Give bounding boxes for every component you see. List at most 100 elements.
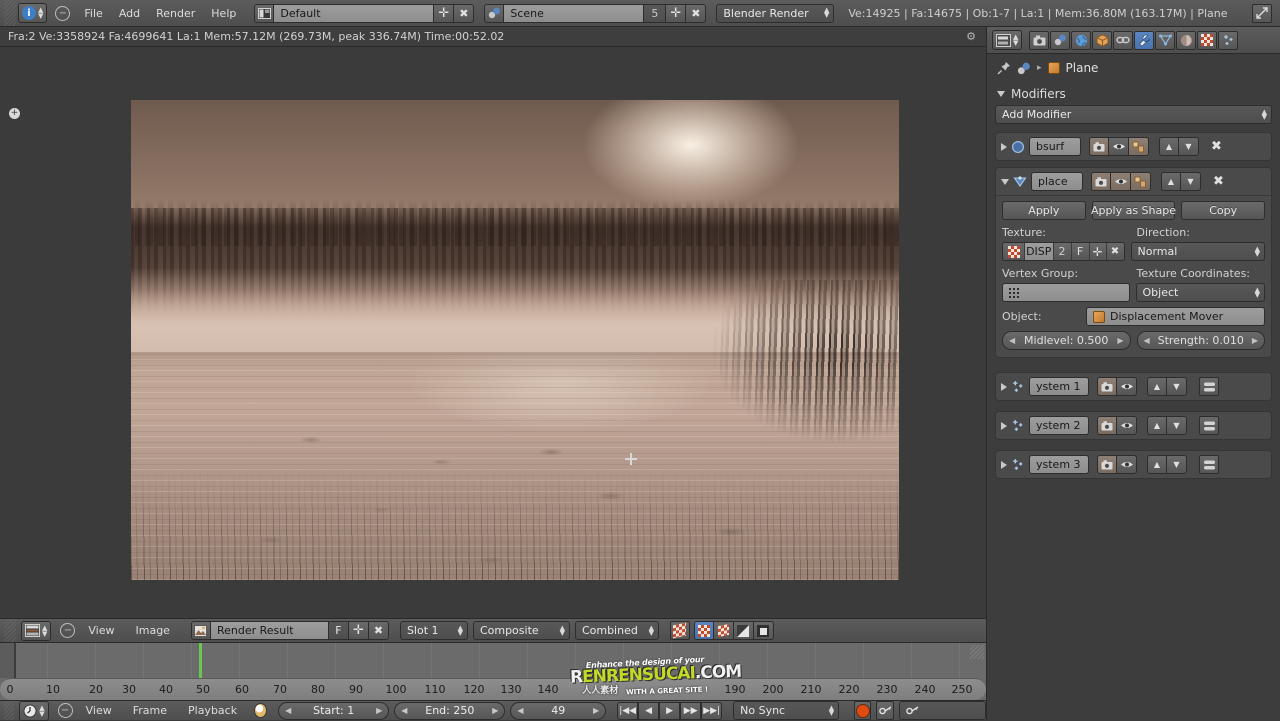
- image-datablock-icon[interactable]: [190, 621, 211, 640]
- particles-tab[interactable]: [1218, 30, 1239, 50]
- keying-set-field[interactable]: [898, 701, 987, 720]
- fast-forward-icon[interactable]: ▶▶: [680, 701, 702, 720]
- delete-modifier-button[interactable]: ✖: [1213, 174, 1224, 189]
- modifier-name-field[interactable]: ystem 3: [1029, 455, 1089, 474]
- decrement-icon[interactable]: ◀: [517, 706, 523, 715]
- triangle-right-icon[interactable]: [1001, 382, 1007, 391]
- delete-modifier-button[interactable]: ✖: [1211, 139, 1222, 154]
- alpha-only-icon[interactable]: [753, 621, 774, 640]
- render-pass-selector[interactable]: Combined ▲ ▼: [574, 621, 659, 640]
- scene-users-count[interactable]: 5: [644, 3, 667, 23]
- viewport-icon[interactable]: [1109, 137, 1129, 156]
- viewport-icon[interactable]: [1117, 377, 1137, 396]
- scene-icon[interactable]: [484, 3, 505, 23]
- viewport-icon[interactable]: [1117, 416, 1137, 435]
- move-up-button[interactable]: ▲: [1147, 377, 1167, 396]
- texture-type-icon[interactable]: [1003, 243, 1025, 260]
- edit-mode-icon[interactable]: [1131, 172, 1151, 191]
- editor-type-selector[interactable]: i ▲ ▼: [18, 3, 48, 23]
- collapse-menu-button[interactable]: −: [55, 5, 71, 21]
- sync-mode-selector[interactable]: No Sync ▲ ▼: [733, 701, 840, 720]
- play-reverse-icon[interactable]: ◀: [638, 701, 660, 720]
- render-icon[interactable]: [1097, 377, 1117, 396]
- scene-remove-button[interactable]: ✖: [686, 3, 707, 23]
- increment-icon[interactable]: ▶: [492, 706, 498, 715]
- viewport-icon[interactable]: [1117, 455, 1137, 474]
- texture-coordinates-selector[interactable]: Object ▲ ▼: [1135, 283, 1265, 302]
- modifier-name-field[interactable]: ystem 1: [1029, 377, 1089, 396]
- properties-editor-type-selector[interactable]: ▲ ▼: [992, 30, 1023, 50]
- menu-view[interactable]: View: [78, 701, 120, 720]
- data-tab[interactable]: [1155, 30, 1176, 50]
- texture-name-field[interactable]: DISP: [1025, 243, 1054, 260]
- screen-layout-add-button[interactable]: ✛: [434, 3, 455, 23]
- world-tab[interactable]: [1071, 30, 1092, 50]
- timeline-frame-scale[interactable]: 0 10 20 30 40 50 60 70 80 90 100 110 120 130 140 190 200…: [0, 678, 986, 700]
- object-tab[interactable]: [1092, 30, 1113, 50]
- texture-remove-button[interactable]: ✖: [1106, 243, 1124, 260]
- paint-icon[interactable]: [669, 621, 690, 640]
- move-up-button[interactable]: ▲: [1147, 416, 1167, 435]
- material-tab[interactable]: [1176, 30, 1197, 50]
- add-modifier-button[interactable]: Add Modifier ▲ ▼: [995, 105, 1272, 124]
- current-frame-field[interactable]: ◀ 49 ▶: [510, 701, 607, 720]
- header-grip[interactable]: [4, 0, 16, 26]
- increment-icon[interactable]: ▶: [376, 706, 382, 715]
- render-tab[interactable]: [1029, 30, 1050, 50]
- scene-name-field[interactable]: Scene: [504, 3, 645, 23]
- triangle-right-icon[interactable]: [1001, 421, 1007, 430]
- add-region-icon[interactable]: +: [9, 108, 20, 119]
- move-down-button[interactable]: ▼: [1167, 455, 1187, 474]
- breadcrumb-object-name[interactable]: Plane: [1066, 61, 1099, 75]
- decrement-icon[interactable]: ◀: [1144, 336, 1150, 345]
- fake-user-toggle[interactable]: F: [328, 621, 349, 640]
- scene-tab[interactable]: [1050, 30, 1071, 50]
- decrement-icon[interactable]: ◀: [285, 706, 291, 715]
- record-icon[interactable]: [854, 701, 872, 720]
- frame-start-field[interactable]: ◀ Start: 1 ▶: [278, 701, 390, 720]
- timeline-resize-grip[interactable]: [970, 645, 984, 659]
- auto-keying-icon[interactable]: [254, 703, 268, 718]
- gear-icon[interactable]: ⚙: [966, 30, 976, 43]
- timeline-playhead[interactable]: [199, 643, 202, 678]
- render-icon[interactable]: [1091, 172, 1111, 191]
- settings-icon[interactable]: [1199, 416, 1219, 435]
- keying-set-icon[interactable]: [876, 701, 894, 720]
- texture-tab[interactable]: [1197, 30, 1218, 50]
- copy-button[interactable]: Copy: [1181, 201, 1266, 220]
- image-editor-area[interactable]: +: [0, 47, 986, 618]
- menu-frame[interactable]: Frame: [125, 701, 175, 720]
- object-field[interactable]: Displacement Mover: [1086, 307, 1265, 326]
- timeline-area[interactable]: 0 10 20 30 40 50 60 70 80 90 100 110 120 130 140 190 200…: [0, 643, 986, 700]
- collapse-menu-button[interactable]: −: [57, 703, 73, 718]
- move-up-button[interactable]: ▲: [1159, 137, 1179, 156]
- menu-help[interactable]: Help: [203, 4, 244, 23]
- modifiers-tab[interactable]: [1134, 30, 1155, 50]
- render-result-image[interactable]: [131, 100, 899, 580]
- menu-image[interactable]: Image: [128, 621, 178, 640]
- vertex-group-field[interactable]: [1002, 283, 1130, 302]
- triangle-right-icon[interactable]: [1001, 460, 1007, 469]
- decrement-icon[interactable]: ◀: [401, 706, 407, 715]
- image-add-button[interactable]: ✛: [348, 621, 369, 640]
- texture-add-button[interactable]: ✛: [1089, 243, 1107, 260]
- menu-add[interactable]: Add: [111, 4, 148, 23]
- settings-icon[interactable]: [1199, 455, 1219, 474]
- midlevel-slider[interactable]: ◀ Midlevel: 0.500 ▶: [1002, 331, 1131, 350]
- image-remove-button[interactable]: ✖: [368, 621, 389, 640]
- constraints-tab[interactable]: [1113, 30, 1134, 50]
- modifier-name-field[interactable]: ystem 2: [1029, 416, 1089, 435]
- menu-file[interactable]: File: [76, 4, 110, 23]
- jump-start-icon[interactable]: |◀◀: [617, 701, 639, 720]
- frame-end-field[interactable]: ◀ End: 250 ▶: [394, 701, 506, 720]
- screen-layout-field[interactable]: Default: [274, 3, 435, 23]
- apply-as-shape-button[interactable]: Apply as Shape: [1091, 201, 1176, 220]
- maximize-icon[interactable]: [1252, 3, 1272, 23]
- scene-add-button[interactable]: ✛: [666, 3, 687, 23]
- modifier-name-field[interactable]: place: [1031, 172, 1083, 191]
- edit-mode-icon[interactable]: [1129, 137, 1149, 156]
- move-down-button[interactable]: ▼: [1167, 416, 1187, 435]
- image-editor-type-selector[interactable]: ▲ ▼: [21, 620, 52, 641]
- image-name-field[interactable]: Render Result: [210, 621, 329, 640]
- triangle-down-icon[interactable]: [1001, 178, 1009, 185]
